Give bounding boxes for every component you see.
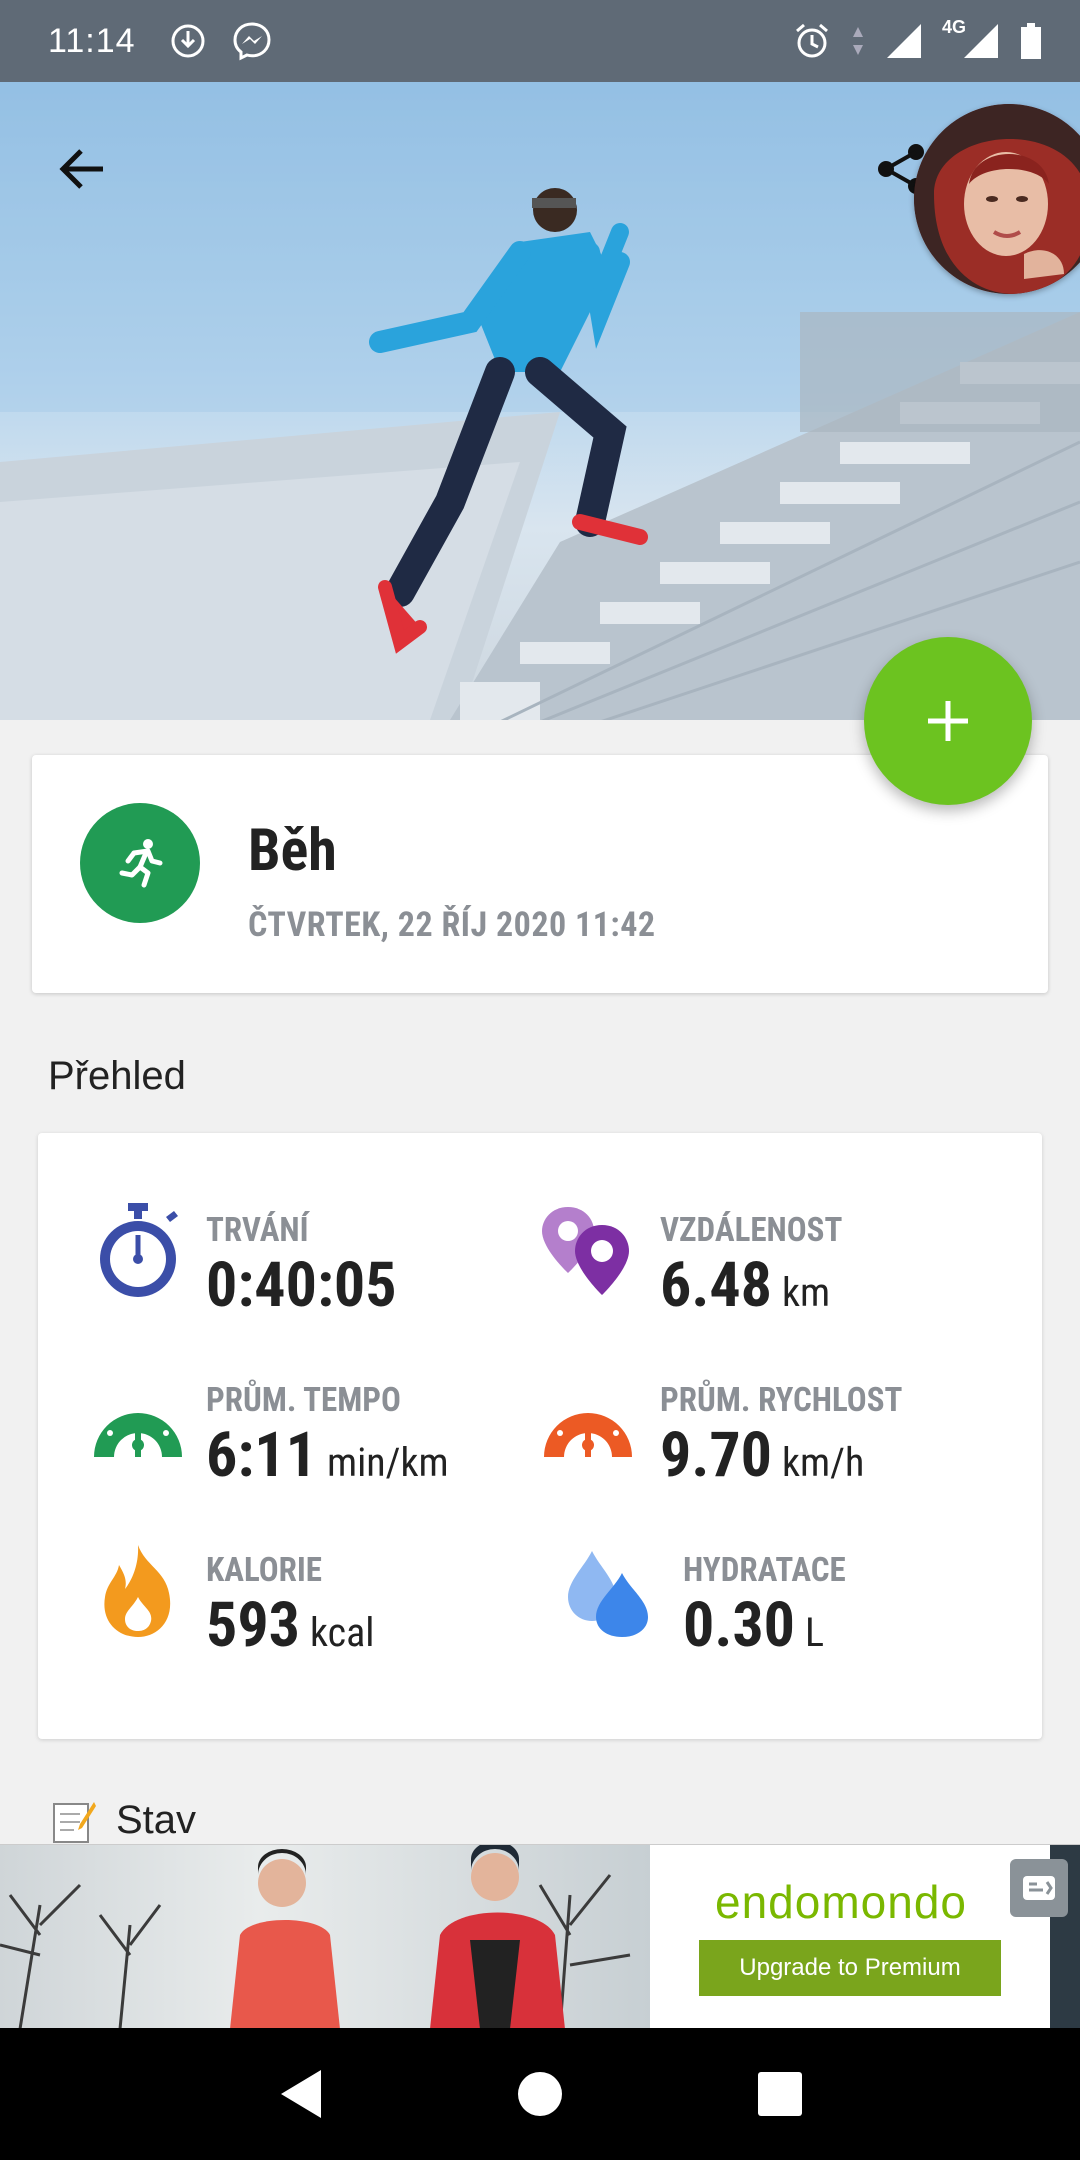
- stat-label: PRŮM. TEMPO: [206, 1381, 401, 1420]
- pace-gauge-icon: [88, 1371, 188, 1471]
- stat-unit: min/km: [326, 1439, 449, 1486]
- data-arrows-icon: [850, 19, 866, 63]
- activity-card: Běh ČTVRTEK, 22 ŘÍJ 2020 11:42: [32, 755, 1048, 993]
- signal-4g-icon: 4G: [942, 17, 1002, 63]
- stat-value-row: 9.70 km/h: [660, 1419, 864, 1492]
- status-time: 11:14: [48, 21, 136, 60]
- nav-recents-button[interactable]: [740, 2054, 820, 2134]
- ad-banner[interactable]: endomondo Upgrade to Premium: [0, 1844, 1080, 2028]
- stat-value-row: 593 kcal: [206, 1589, 374, 1662]
- stat-unit: km/h: [782, 1439, 865, 1486]
- activity-date: ČTVRTEK, 22 ŘÍJ 2020 11:42: [248, 905, 656, 945]
- stat-label: VZDÁLENOST: [660, 1211, 843, 1250]
- stat-hydration: HYDRATACE 0.30 L: [538, 1541, 1018, 1662]
- stat-value-row: 0.30 L: [683, 1589, 824, 1662]
- stat-unit: kcal: [310, 1609, 375, 1656]
- flame-icon: [88, 1541, 188, 1641]
- signal-icon: [882, 19, 926, 63]
- location-pins-icon: [538, 1201, 638, 1301]
- nav-home-icon: [518, 2072, 562, 2116]
- stat-calories: KALORIE 593 kcal: [88, 1541, 528, 1662]
- battery-icon: [1018, 19, 1044, 63]
- stat-label: PRŮM. RYCHLOST: [660, 1381, 903, 1420]
- stat-duration: TRVÁNÍ 0:40:05: [88, 1201, 528, 1322]
- endomondo-logo: endomondo: [715, 1876, 967, 1928]
- stat-value: 6.48: [660, 1249, 773, 1322]
- stat-value-row: 6.48 km: [660, 1249, 830, 1322]
- stat-value: 593: [206, 1589, 300, 1662]
- stat-value-row: 6:11 min/km: [206, 1419, 449, 1492]
- alarm-icon: [790, 19, 834, 63]
- status-section-label: Stav: [116, 1797, 197, 1842]
- stats-card: TRVÁNÍ 0:40:05 VZDÁLENOST 6.48 km PRŮM. …: [38, 1133, 1042, 1739]
- stat-distance: VZDÁLENOST 6.48 km: [538, 1201, 1018, 1322]
- stat-unit: km: [782, 1269, 831, 1316]
- stat-value: 6:11: [206, 1419, 317, 1492]
- network-type: 4G: [942, 17, 967, 37]
- add-fab-button[interactable]: [864, 637, 1032, 805]
- stat-unit: L: [805, 1609, 825, 1656]
- water-drops-icon: [558, 1541, 658, 1641]
- messenger-icon: [230, 19, 274, 63]
- nav-back-icon: [281, 2070, 321, 2118]
- nav-home-button[interactable]: [500, 2054, 580, 2134]
- activity-type-badge: [80, 803, 200, 923]
- stat-value: 0:40:05: [206, 1249, 397, 1322]
- note-edit-icon: [53, 1802, 96, 1843]
- speed-gauge-icon: [538, 1371, 638, 1471]
- ad-panel: [650, 1845, 1050, 2028]
- nav-back-button[interactable]: [260, 2054, 340, 2134]
- system-nav-bar: [0, 2028, 1080, 2160]
- arrow-left-icon: [59, 149, 103, 189]
- nav-recents-icon: [758, 2072, 802, 2116]
- upgrade-premium-button[interactable]: Upgrade to Premium: [699, 1940, 1001, 1996]
- overview-section-title: Přehled: [48, 1054, 186, 1098]
- stat-value: 9.70: [660, 1419, 773, 1492]
- running-icon: [119, 839, 163, 888]
- status-section[interactable]: Stav: [50, 1796, 196, 1844]
- status-bar: 11:14 4G: [0, 0, 1080, 82]
- download-icon: [166, 19, 210, 63]
- stopwatch-icon: [88, 1201, 188, 1301]
- stat-label: HYDRATACE: [683, 1551, 846, 1590]
- ad-badge-icon[interactable]: [1010, 1859, 1068, 1917]
- stat-pace: PRŮM. TEMPO 6:11 min/km: [88, 1371, 528, 1492]
- activity-title: Běh: [248, 817, 337, 885]
- plus-icon: [928, 701, 968, 741]
- ad-runners-image: [0, 1845, 631, 2028]
- stat-value-row: 0:40:05: [206, 1249, 407, 1322]
- hero-image: [0, 82, 1080, 720]
- ad-photo: [0, 1845, 650, 2028]
- stat-value: 0.30: [683, 1589, 796, 1662]
- stat-label: TRVÁNÍ: [206, 1211, 309, 1250]
- stat-speed: PRŮM. RYCHLOST 9.70 km/h: [538, 1371, 1018, 1492]
- stat-label: KALORIE: [206, 1551, 322, 1590]
- back-button[interactable]: [48, 134, 118, 204]
